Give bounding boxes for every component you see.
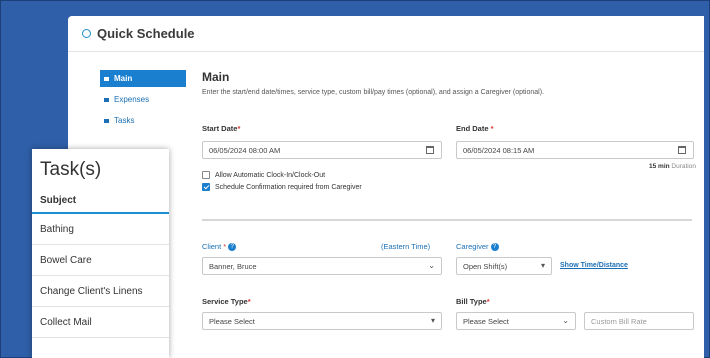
nav-item-label: Main (114, 74, 133, 83)
client-select[interactable]: Banner, Bruce ⌄ (202, 257, 442, 275)
list-icon (104, 118, 109, 123)
list-icon (104, 97, 109, 102)
caregiver-label: Caregiver? (456, 242, 499, 252)
nav-item-tasks[interactable]: Tasks (100, 112, 186, 129)
dropdown-arrow-icon: ▾ (540, 261, 545, 270)
confirmation-checkbox[interactable]: Schedule Confirmation required from Care… (202, 183, 362, 191)
info-circle-icon (82, 29, 91, 38)
tasks-title: Task(s) (40, 159, 102, 180)
bill-type-select[interactable]: Please Select ⌄ (456, 312, 576, 330)
duration-readout: 15 min Duration (649, 163, 696, 170)
help-icon[interactable]: ? (228, 243, 237, 252)
subject-column-header[interactable]: Subject (32, 187, 169, 214)
section-divider (202, 219, 692, 221)
custom-bill-rate-input[interactable]: Custom Bill Rate (584, 312, 694, 330)
list-item[interactable]: Bowel Care (32, 245, 169, 276)
checkbox-checked-box[interactable] (202, 183, 210, 191)
end-date-input[interactable]: 06/05/2024 08:15 AM (456, 141, 694, 159)
section-heading: Main (202, 70, 230, 84)
bill-type-label: Bill Type* (456, 297, 490, 306)
calendar-icon[interactable] (426, 146, 434, 154)
show-time-distance-link[interactable]: Show Time/Distance (560, 262, 628, 269)
client-timezone: (Eastern Time) (381, 242, 431, 251)
section-description: Enter the start/end date/times, service … (202, 89, 544, 96)
panel-header: Quick Schedule (68, 16, 704, 52)
start-date-label: Start Date* (202, 124, 241, 133)
tasks-panel: Task(s) Subject Bathing Bowel Care Chang… (32, 149, 169, 358)
start-date-input[interactable]: 06/05/2024 08:00 AM (202, 141, 442, 159)
dropdown-arrow-icon: ▾ (430, 316, 435, 325)
side-nav: Main Expenses Tasks (100, 70, 186, 133)
service-type-label: Service Type* (202, 297, 251, 306)
nav-item-label: Expenses (114, 95, 150, 104)
nav-item-label: Tasks (114, 116, 135, 125)
checkbox-box[interactable] (202, 171, 210, 179)
end-date-label: End Date * (456, 124, 494, 133)
list-item[interactable]: Collect Mail (32, 307, 169, 338)
panel-title: Quick Schedule (97, 26, 195, 41)
nav-item-expenses[interactable]: Expenses (100, 91, 186, 108)
main-section: Main Enter the start/end date/times, ser… (202, 70, 698, 96)
chevron-down-icon: ⌄ (428, 261, 435, 270)
calendar-icon[interactable] (678, 146, 686, 154)
list-icon (104, 76, 109, 81)
nav-item-main[interactable]: Main (100, 70, 186, 87)
auto-clock-checkbox[interactable]: Allow Automatic Clock-In/Clock-Out (202, 171, 325, 179)
caregiver-select[interactable]: Open Shift(s) ▾ (456, 257, 552, 275)
list-item[interactable]: Change Client's Linens (32, 276, 169, 307)
list-item[interactable]: Bathing (32, 214, 169, 245)
help-icon[interactable]: ? (490, 243, 499, 252)
chevron-down-icon: ⌄ (562, 316, 569, 325)
client-label: Client *? (202, 242, 237, 252)
service-type-select[interactable]: Please Select ▾ (202, 312, 442, 330)
